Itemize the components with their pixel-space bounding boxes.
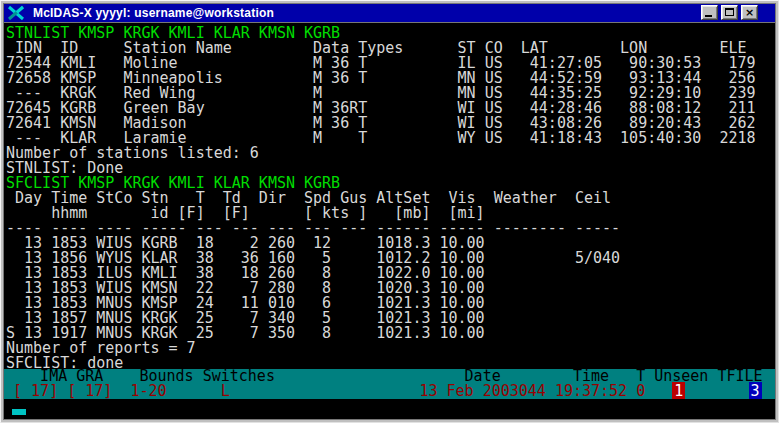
status-value-line: [ 17] [ 17] 1-20 L 13 Feb 2003044 19:37:… [4, 384, 775, 399]
status-text [645, 382, 672, 400]
minimize-button[interactable] [701, 5, 718, 20]
maximize-icon [725, 8, 734, 16]
text-cursor [12, 409, 26, 415]
command-strip[interactable] [4, 399, 775, 419]
titlebar-buttons: × [701, 5, 758, 20]
maximize-button[interactable] [721, 5, 738, 20]
window-title: McIDAS-X yyyyl: username@workstation [33, 6, 274, 21]
status-bar: IMA GRA Bounds Switches Date Time T Unse… [4, 369, 775, 399]
terminal-output: STNLIST KMSP KRGK KMLI KLAR KMSN KGRB ID… [4, 23, 756, 371]
status-text [685, 382, 748, 400]
unseen-badge: 1 [672, 382, 685, 400]
mcidas-text-window: McIDAS-X yyyyl: username@workstation × S… [0, 0, 779, 423]
terminal-content: STNLIST KMSP KRGK KMLI KLAR KMSN KGRB ID… [4, 23, 775, 419]
title-bar[interactable]: McIDAS-X yyyyl: username@workstation × [4, 4, 775, 23]
close-button[interactable]: × [741, 5, 758, 20]
tfile-badge: 3 [749, 382, 762, 400]
status-text: [ 17] [ 17] 1-20 L 13 Feb 2003044 19:37:… [4, 382, 645, 400]
minimize-icon [705, 15, 712, 17]
mcidas-logo-icon [7, 5, 25, 21]
close-icon: × [742, 6, 757, 19]
